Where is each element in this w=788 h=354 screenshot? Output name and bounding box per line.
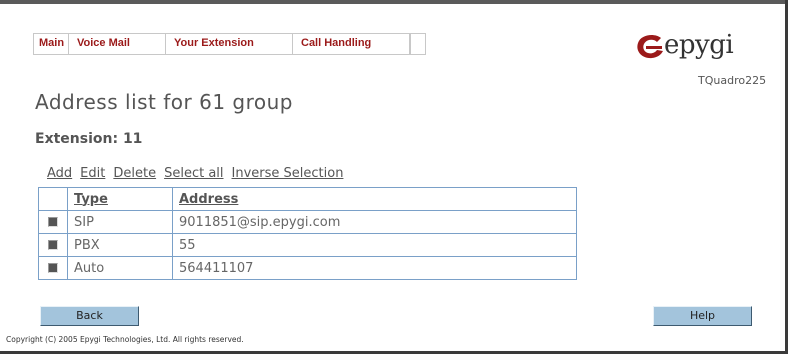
menu-item-call-handling[interactable]: Call Handling xyxy=(293,34,410,54)
row-checkbox-cell xyxy=(38,233,68,257)
delete-link[interactable]: Delete xyxy=(113,166,156,181)
row-address: 55 xyxy=(172,233,577,257)
table-row: SIP 9011851@sip.epygi.com xyxy=(38,210,577,234)
row-checkbox-cell xyxy=(38,210,68,234)
copyright-text: Copyright (C) 2005 Epygi Technologies, L… xyxy=(6,335,244,344)
row-checkbox[interactable] xyxy=(48,217,58,227)
row-type: SIP xyxy=(67,210,173,234)
menu-item-your-extension[interactable]: Your Extension xyxy=(166,34,293,54)
select-all-link[interactable]: Select all xyxy=(164,166,223,181)
device-model: TQuadro225 xyxy=(698,74,767,87)
row-checkbox[interactable] xyxy=(48,263,58,273)
inverse-selection-link[interactable]: Inverse Selection xyxy=(232,166,344,181)
header-checkbox-cell xyxy=(38,187,68,211)
help-button[interactable]: Help xyxy=(653,306,752,326)
extension-label: Extension: 11 xyxy=(35,131,143,147)
window-frame-top xyxy=(0,0,788,4)
row-type: PBX xyxy=(67,233,173,257)
logo-text: epygi xyxy=(664,30,734,60)
epygi-logo-icon xyxy=(637,35,663,59)
add-link[interactable]: Add xyxy=(47,166,72,181)
header-type[interactable]: Type xyxy=(67,187,173,211)
row-address: 9011851@sip.epygi.com xyxy=(172,210,577,234)
top-menu: Main Voice Mail Your Extension Call Hand… xyxy=(33,33,426,55)
row-checkbox-cell xyxy=(38,256,68,280)
menu-spacer xyxy=(410,34,425,54)
edit-link[interactable]: Edit xyxy=(80,166,105,181)
address-table: Type Address SIP 9011851@sip.epygi.com P… xyxy=(38,187,577,280)
menu-item-voice-mail[interactable]: Voice Mail xyxy=(69,34,166,54)
row-checkbox[interactable] xyxy=(48,240,58,250)
action-links: Add Edit Delete Select all Inverse Selec… xyxy=(47,166,343,181)
page-title: Address list for 61 group xyxy=(35,90,293,114)
table-row: Auto 564411107 xyxy=(38,256,577,280)
table-header-row: Type Address xyxy=(38,187,577,211)
row-type: Auto xyxy=(67,256,173,280)
table-row: PBX 55 xyxy=(38,233,577,257)
header-address[interactable]: Address xyxy=(172,187,577,211)
row-address: 564411107 xyxy=(172,256,577,280)
menu-item-main[interactable]: Main xyxy=(34,34,69,54)
back-button[interactable]: Back xyxy=(40,306,139,326)
